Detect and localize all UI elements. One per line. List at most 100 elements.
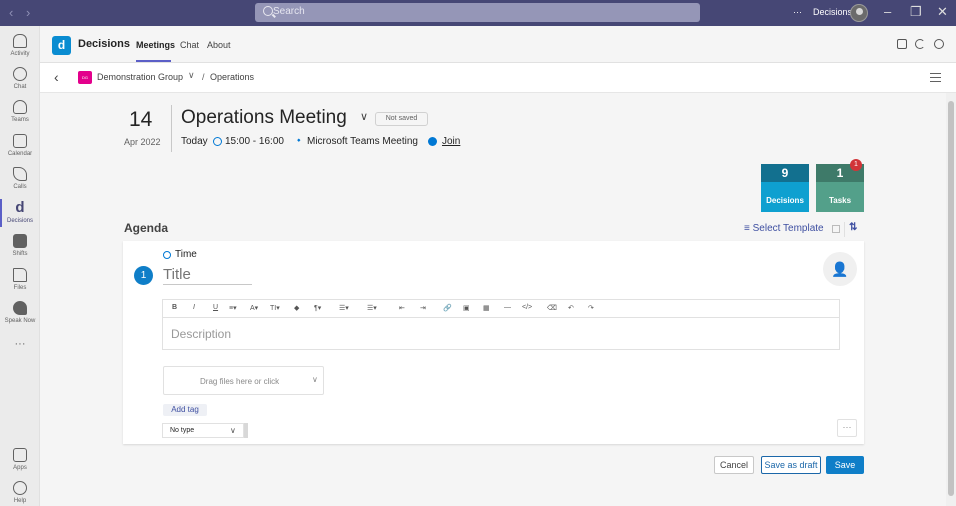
template-icon[interactable] — [832, 225, 840, 233]
rail-label: Teams — [11, 117, 29, 123]
popout-icon[interactable] — [897, 39, 907, 49]
more-icon: ··· — [14, 338, 26, 350]
tab-about[interactable]: About — [207, 40, 231, 50]
join-link[interactable]: Join — [442, 136, 460, 147]
hamburger-menu-icon[interactable] — [930, 73, 941, 82]
cancel-button[interactable]: Cancel — [714, 456, 754, 474]
rail-item-activity[interactable]: Activity — [0, 30, 40, 63]
clear-format-icon[interactable]: ⌫ — [547, 304, 557, 312]
decisions-tile[interactable]: 9 Decisions — [761, 164, 809, 212]
agenda-item-number: 1 — [134, 266, 153, 285]
font-size-icon[interactable]: TI▾ — [270, 304, 280, 312]
bold-icon[interactable]: B — [172, 304, 177, 311]
more-options-button[interactable]: ··· — [837, 419, 857, 437]
refresh-icon[interactable] — [915, 39, 925, 49]
title-bar: ‹ › Search ··· Decisions – ❐ ✕ — [0, 0, 956, 26]
underline-icon[interactable]: U — [213, 304, 218, 311]
more-options-icon[interactable]: ··· — [793, 7, 802, 17]
select-template-label: Select Template — [752, 223, 824, 234]
chevron-down-icon[interactable]: ∨ — [360, 110, 368, 123]
rail-item-teams[interactable]: Teams — [0, 96, 40, 129]
undo-icon[interactable]: ↶ — [568, 304, 574, 312]
redo-icon[interactable]: ↷ — [588, 304, 594, 312]
chevron-down-icon[interactable]: ∨ — [312, 375, 318, 384]
app-rail: Activity Chat Teams Calendar Calls d Dec… — [0, 26, 40, 506]
breadcrumb-separator: / — [202, 72, 205, 82]
close-icon[interactable]: ✕ — [937, 4, 948, 20]
ordered-list-icon[interactable]: ☰▾ — [339, 304, 349, 312]
chevron-down-icon[interactable]: ∨ — [188, 70, 195, 81]
horizontal-rule-icon[interactable]: — — [504, 304, 511, 311]
breadcrumb-current[interactable]: Operations — [210, 72, 254, 82]
scrollbar-thumb[interactable] — [948, 101, 954, 496]
rail-item-help[interactable]: Help — [0, 477, 40, 506]
apps-icon — [13, 448, 27, 462]
forward-arrow-icon[interactable]: › — [26, 5, 30, 20]
help-icon — [13, 481, 27, 495]
link-icon[interactable]: 🔗 — [443, 304, 452, 312]
rail-item-more[interactable]: ··· — [0, 334, 40, 367]
table-icon[interactable]: ▦ — [483, 304, 490, 312]
back-arrow-icon[interactable]: ‹ — [9, 5, 13, 20]
rail-item-chat[interactable]: Chat — [0, 63, 40, 96]
tab-meetings[interactable]: Meetings — [136, 40, 175, 50]
minimize-icon[interactable]: – — [884, 4, 891, 19]
unordered-list-icon[interactable]: ☰▾ — [367, 304, 377, 312]
vertical-scrollbar[interactable] — [946, 93, 956, 506]
status-badge: Not saved — [375, 112, 428, 126]
highlight-icon[interactable]: ◆ — [294, 304, 299, 312]
time-label[interactable]: Time — [175, 249, 197, 260]
save-as-draft-button[interactable]: Save as draft — [761, 456, 821, 474]
restore-icon[interactable]: ❐ — [910, 4, 922, 20]
rail-item-files[interactable]: Files — [0, 264, 40, 297]
rail-item-apps[interactable]: Apps — [0, 444, 40, 477]
meeting-month-year: Apr 2022 — [124, 137, 161, 147]
title-input[interactable] — [163, 265, 252, 285]
chevron-left-icon[interactable]: ‹ — [54, 69, 59, 85]
breadcrumb: ‹ DG Demonstration Group ∨ / Operations — [40, 63, 956, 93]
rail-item-speak-now[interactable]: Speak Now — [0, 297, 40, 330]
code-icon[interactable]: </> — [522, 304, 532, 311]
rail-item-calls[interactable]: Calls — [0, 163, 40, 196]
add-tag-button[interactable]: Add tag — [163, 404, 207, 416]
outdent-icon[interactable]: ⇤ — [399, 304, 405, 312]
divider — [844, 222, 845, 237]
rail-label: Help — [13, 498, 27, 504]
tab-chat[interactable]: Chat — [180, 40, 199, 50]
teams-icon — [13, 100, 27, 114]
rail-item-decisions[interactable]: d Decisions — [0, 197, 40, 230]
rail-item-shifts[interactable]: Shifts — [0, 230, 40, 263]
chevron-down-icon: ∨ — [230, 426, 236, 435]
align-icon[interactable]: ≡▾ — [229, 304, 237, 312]
speak-icon — [13, 301, 27, 315]
notification-badge: 1 — [850, 159, 862, 171]
type-select[interactable]: No type ∨ — [162, 423, 244, 438]
select-template-button[interactable]: ≡ Select Template — [744, 223, 824, 234]
paragraph-icon[interactable]: ¶▾ — [314, 304, 321, 312]
file-dropzone[interactable]: Drag files here or click ∨ — [163, 366, 324, 395]
sort-icon[interactable]: ⇅ — [849, 222, 857, 233]
search-bar[interactable]: Search — [255, 3, 700, 22]
rail-label: Decisions — [6, 218, 33, 224]
font-color-icon[interactable]: A▾ — [250, 304, 258, 312]
meeting-day: 14 — [129, 108, 153, 131]
breadcrumb-group[interactable]: Demonstration Group — [97, 72, 183, 82]
agenda-heading: Agenda — [124, 221, 169, 235]
save-button[interactable]: Save — [826, 456, 864, 474]
type-color-bar — [244, 423, 248, 438]
meeting-location: Microsoft Teams Meeting — [307, 136, 418, 147]
add-person-icon[interactable]: 👤 — [823, 252, 857, 286]
image-icon[interactable]: ▣ — [463, 304, 470, 312]
rail-item-calendar[interactable]: Calendar — [0, 130, 40, 163]
search-icon — [263, 6, 273, 16]
italic-icon[interactable]: I — [193, 304, 195, 311]
meeting-date: Today — [181, 136, 208, 147]
type-select-value: No type — [170, 427, 195, 434]
description-editor[interactable]: B I U ≡▾ A▾ TI▾ ◆ ¶▾ ☰▾ ☰▾ ⇤ ⇥ 🔗 ▣ ▦ — <… — [162, 299, 840, 350]
rail-label: Activity — [10, 51, 30, 57]
globe-icon[interactable] — [934, 39, 944, 49]
avatar[interactable] — [850, 4, 868, 22]
indent-icon[interactable]: ⇥ — [420, 304, 426, 312]
meeting-title[interactable]: Operations Meeting — [181, 107, 347, 129]
tasks-tile[interactable]: 1 Tasks — [816, 164, 864, 212]
